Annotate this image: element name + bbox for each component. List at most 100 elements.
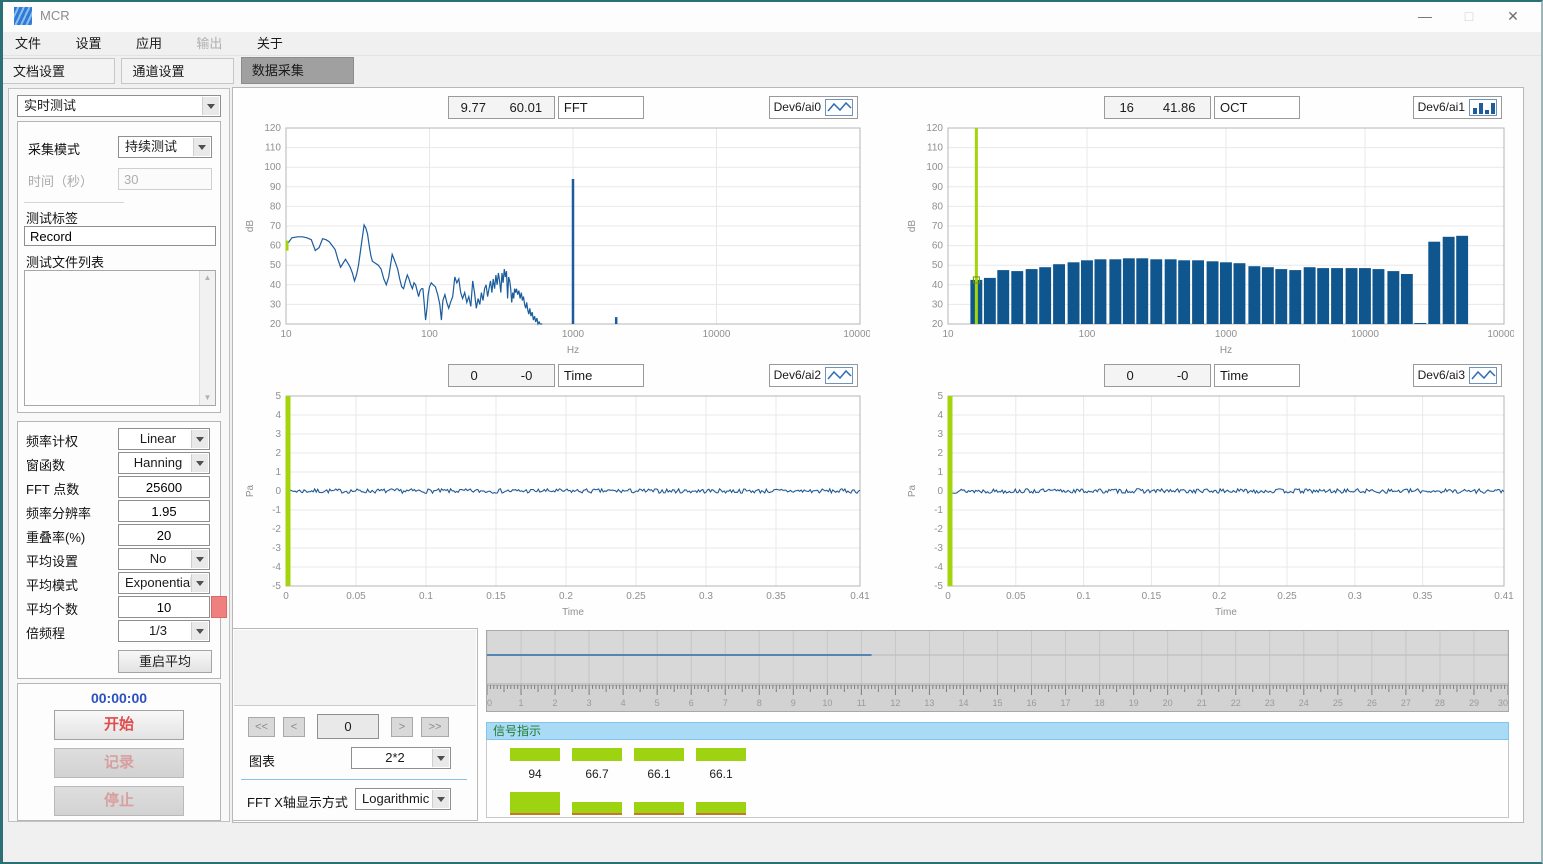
cursor-x-value: 9.77 <box>461 100 486 115</box>
svg-text:0.35: 0.35 <box>766 591 786 602</box>
menu-file[interactable]: 文件 <box>0 32 56 55</box>
channel-selector[interactable]: Dev6/ai0 <box>769 96 858 119</box>
title-bar: MCR — □ ✕ <box>0 0 1543 32</box>
svg-text:4: 4 <box>937 410 943 421</box>
nav-prev-button[interactable]: < <box>283 717 305 737</box>
close-button[interactable]: ✕ <box>1491 0 1535 32</box>
time-plot-ai3[interactable]: -5-4-3-2-101234500.050.10.150.20.250.30.… <box>902 390 1514 618</box>
svg-text:10000: 10000 <box>1351 329 1379 340</box>
param-input-2[interactable] <box>118 476 210 498</box>
chart-type-field[interactable]: OCT <box>1214 96 1300 119</box>
signal-level-value: 66.7 <box>572 767 622 781</box>
nav-page-value[interactable]: 0 <box>317 714 379 739</box>
svg-text:1: 1 <box>937 467 943 478</box>
restart-average-button[interactable]: 重启平均 <box>118 650 212 673</box>
svg-text:80: 80 <box>270 201 282 212</box>
maximize-button[interactable]: □ <box>1447 0 1491 32</box>
fft-plot[interactable]: 2030405060708090100110120101001000100001… <box>240 122 870 356</box>
nav-last-button[interactable]: >> <box>421 717 449 737</box>
test-label-input[interactable] <box>24 226 216 246</box>
fft-axis-mode-label: FFT X轴显示方式 <box>247 792 348 811</box>
svg-text:0.05: 0.05 <box>1006 591 1026 602</box>
svg-text:30: 30 <box>1498 698 1508 708</box>
param-select-0[interactable]: Linear <box>118 428 210 450</box>
chart-type-field[interactable]: FFT <box>558 96 644 119</box>
chevron-down-icon[interactable] <box>432 790 449 808</box>
signal-ok-bar <box>572 748 622 761</box>
param-row: 频率分辨率 <box>18 500 220 524</box>
chevron-down-icon[interactable] <box>191 550 208 568</box>
channel-selector[interactable]: Dev6/ai2 <box>769 364 858 387</box>
svg-text:-3: -3 <box>934 543 943 554</box>
param-select-5[interactable]: No <box>118 548 210 570</box>
channel-selector[interactable]: Dev6/ai3 <box>1413 364 1502 387</box>
time-seconds-input <box>118 168 212 190</box>
tab-document-settings[interactable]: 文档设置 <box>2 58 115 84</box>
chart-layout-select[interactable]: 2*2 <box>351 747 451 769</box>
chevron-down-icon[interactable] <box>432 749 449 767</box>
svg-text:10: 10 <box>942 329 954 340</box>
chevron-down-icon[interactable] <box>202 97 219 115</box>
svg-text:Time: Time <box>1215 607 1237 618</box>
record-timeline[interactable]: 0123456789101112131415161718192021222324… <box>486 630 1509 712</box>
svg-text:-2: -2 <box>272 524 281 535</box>
test-file-list[interactable]: ▲ ▼ <box>24 270 216 406</box>
nav-next-button[interactable]: > <box>391 717 413 737</box>
svg-text:3: 3 <box>937 429 943 440</box>
chevron-down-icon[interactable] <box>191 622 208 640</box>
svg-text:16: 16 <box>1027 698 1037 708</box>
chevron-down-icon[interactable] <box>191 430 208 448</box>
param-row: 平均模式 Exponential <box>18 572 220 596</box>
timeline-grid[interactable] <box>487 631 1508 685</box>
menu-application[interactable]: 应用 <box>121 32 177 55</box>
svg-text:110: 110 <box>927 143 943 154</box>
oct-plot[interactable]: 2030405060708090100110120101001000100001… <box>902 122 1514 356</box>
svg-text:100: 100 <box>421 329 438 340</box>
svg-text:10: 10 <box>280 329 292 340</box>
tab-data-acquisition[interactable]: 数据采集 <box>241 57 354 84</box>
svg-text:-1: -1 <box>272 505 281 516</box>
nav-first-button[interactable]: << <box>248 717 275 737</box>
scrollbar[interactable]: ▲ ▼ <box>199 271 215 405</box>
channel-selector[interactable]: Dev6/ai1 <box>1413 96 1502 119</box>
svg-text:27: 27 <box>1401 698 1411 708</box>
param-input-3[interactable] <box>118 500 210 522</box>
param-select-8[interactable]: 1/3 <box>118 620 210 642</box>
cursor-readout: 9.77 60.01 <box>448 96 555 119</box>
tab-bar: 文档设置 通道设置 数据采集 <box>2 57 356 84</box>
time-plot-ai2[interactable]: -5-4-3-2-101234500.050.10.150.20.250.30.… <box>240 390 870 618</box>
timeline-ruler: 0123456789101112131415161718192021222324… <box>487 685 1508 711</box>
svg-text:14: 14 <box>958 698 968 708</box>
minimize-button[interactable]: — <box>1403 0 1447 32</box>
svg-text:0: 0 <box>275 486 281 497</box>
svg-text:50: 50 <box>932 260 944 271</box>
svg-text:6: 6 <box>689 698 694 708</box>
test-mode-select[interactable]: 实时测试 <box>17 95 221 117</box>
acq-mode-select[interactable]: 持续测试 <box>118 136 212 158</box>
param-select-1[interactable]: Hanning <box>118 452 210 474</box>
menu-about[interactable]: 关于 <box>242 32 298 55</box>
chart-type-field[interactable]: Time <box>558 364 644 387</box>
menu-settings[interactable]: 设置 <box>60 32 116 55</box>
chart-type-field[interactable]: Time <box>1214 364 1300 387</box>
param-row: 频率计权 Linear <box>18 428 220 452</box>
scroll-down-icon[interactable]: ▼ <box>200 391 215 405</box>
chevron-down-icon[interactable] <box>191 454 208 472</box>
chevron-down-icon[interactable] <box>191 574 208 592</box>
display-controls-panel: << < 0 > >> 图表 2*2 FFT X轴显示方式 Logarithmi… <box>232 628 478 821</box>
param-input-7[interactable] <box>118 596 210 618</box>
signal-meter: 66.1 <box>696 740 746 818</box>
tab-channel-settings[interactable]: 通道设置 <box>121 58 234 84</box>
chevron-down-icon[interactable] <box>193 138 210 156</box>
param-input-4[interactable] <box>118 524 210 546</box>
svg-text:dB: dB <box>907 220 918 233</box>
svg-text:-1: -1 <box>934 505 943 516</box>
start-button[interactable]: 开始 <box>54 710 184 740</box>
svg-text:5: 5 <box>275 391 281 402</box>
scroll-up-icon[interactable]: ▲ <box>200 271 215 285</box>
chart-panel-time-ai3: 0 -0 Time Dev6/ai3 -5-4-3-2-101234500.05… <box>902 364 1514 620</box>
fft-axis-mode-select[interactable]: Logarithmic <box>355 788 451 810</box>
param-select-6[interactable]: Exponential <box>118 572 210 594</box>
svg-text:30: 30 <box>932 299 944 310</box>
svg-text:Hz: Hz <box>567 345 579 356</box>
